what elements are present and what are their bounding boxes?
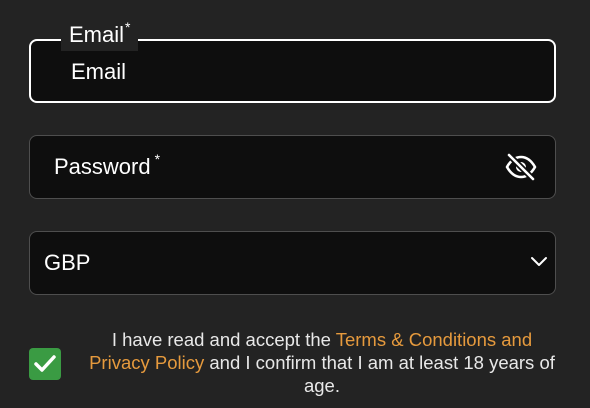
password-placeholder-text: Password bbox=[54, 154, 151, 179]
chevron-down-icon[interactable] bbox=[529, 254, 549, 268]
currency-select[interactable]: GBP bbox=[29, 231, 556, 295]
email-required-marker: * bbox=[125, 19, 131, 35]
email-label-text: Email bbox=[69, 22, 125, 47]
currency-selected-value: GBP bbox=[44, 250, 91, 275]
checkmark-icon bbox=[34, 355, 56, 372]
password-field[interactable]: Password * bbox=[29, 135, 556, 199]
password-placeholder: Password * bbox=[54, 151, 161, 183]
email-field[interactable]: Email* Email bbox=[29, 19, 556, 103]
password-required-marker: * bbox=[154, 151, 161, 167]
terms-consent-text: I have read and accept the Terms & Condi… bbox=[85, 328, 559, 397]
consent-text-before: I have read and accept the bbox=[111, 329, 336, 350]
eye-off-icon[interactable] bbox=[505, 152, 537, 182]
terms-consent: I have read and accept the Terms & Condi… bbox=[29, 328, 569, 400]
registration-form: Email* Email Password * GBP I have read … bbox=[0, 0, 590, 408]
consent-text-after: and I confirm that I am at least 18 year… bbox=[204, 352, 555, 396]
terms-checkbox[interactable] bbox=[29, 348, 61, 380]
email-input-value[interactable]: Email bbox=[71, 59, 126, 85]
email-label: Email* bbox=[61, 19, 139, 51]
